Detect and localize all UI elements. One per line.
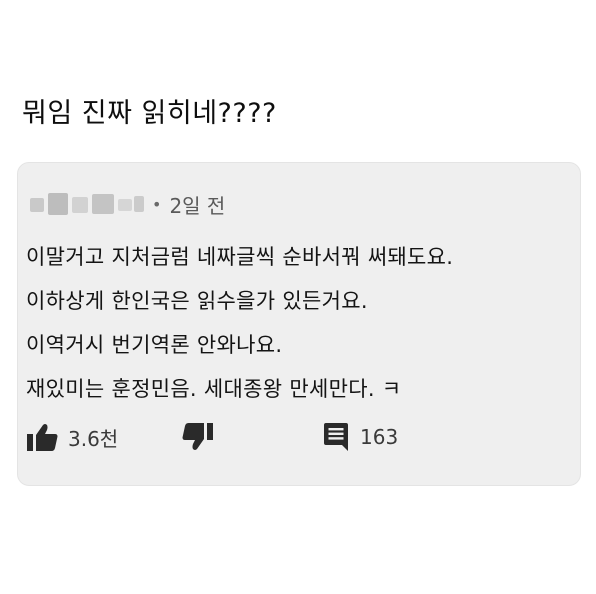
meta-separator: •: [152, 194, 162, 214]
comment-actions: 3.6천 163: [26, 420, 566, 454]
reply-count: 163: [360, 425, 399, 449]
comment-meta: • 2일 전: [28, 189, 225, 219]
post-headline: 뭐임 진짜 읽히네????: [22, 98, 277, 129]
like-count: 3.6천: [68, 426, 119, 451]
comment-icon: [322, 422, 350, 452]
like-button[interactable]: 3.6천: [26, 420, 118, 454]
comment-timestamp: 2일 전: [169, 193, 226, 218]
thumbs-up-icon: [26, 422, 58, 452]
thumbs-down-icon: [182, 422, 214, 452]
blurred-username[interactable]: [28, 191, 146, 217]
comment-body: 이말거고 지처금럼 네짜글씩 순바서꿔 써돼도요. 이하상게 한인국은 읽수을가…: [26, 235, 574, 411]
comment-line: 이역거시 번기역론 안와나요.: [26, 333, 283, 357]
comment-card: • 2일 전 이말거고 지처금럼 네짜글씩 순바서꿔 써돼도요. 이하상게 한인…: [17, 162, 581, 486]
comment-line: 이말거고 지처금럼 네짜글씩 순바서꿔 써돼도요.: [26, 245, 454, 269]
comment-line: 재있미는 훈정민음. 세대종왕 만세만다. ㅋ: [26, 377, 402, 401]
comment-line: 이하상게 한인국은 읽수을가 있든거요.: [26, 289, 368, 313]
reply-button[interactable]: 163: [322, 420, 398, 454]
dislike-button[interactable]: [182, 420, 214, 454]
